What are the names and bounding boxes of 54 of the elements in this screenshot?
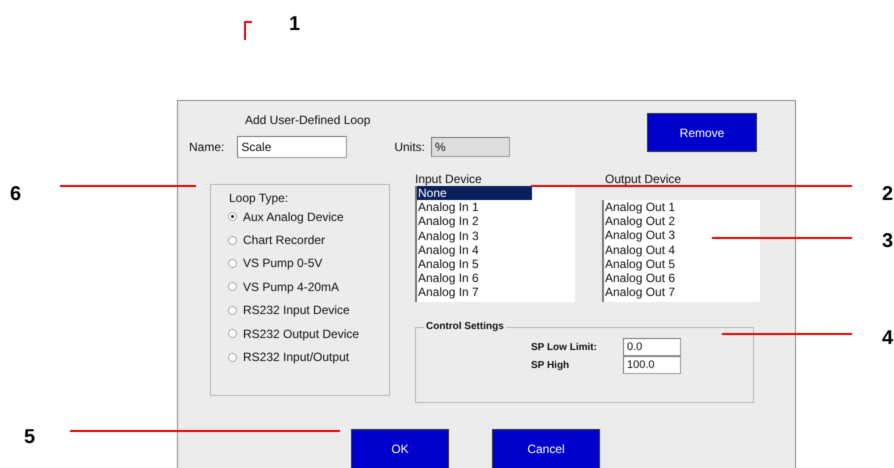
units-field[interactable]: % [431, 137, 510, 157]
radio-button[interactable] [228, 306, 237, 315]
radio-button[interactable] [228, 212, 237, 222]
callout-number: 6 [10, 182, 22, 206]
list-item[interactable]: Analog In 1 [417, 200, 479, 214]
callout-number: 3 [882, 229, 894, 253]
radio-button[interactable] [228, 282, 237, 292]
radio-button[interactable] [228, 352, 237, 362]
list-item[interactable]: Analog Out 3 [604, 228, 676, 243]
callout-number: 4 [882, 326, 894, 350]
setting-field[interactable]: 0.0 [623, 338, 681, 356]
radio-label: Chart Recorder [243, 233, 326, 248]
radio-button[interactable] [228, 258, 237, 268]
list-item[interactable]: Analog Out 6 [604, 271, 676, 286]
name-field[interactable]: Scale [237, 136, 348, 158]
list-item[interactable]: Analog Out 5 [604, 256, 676, 272]
radio-label: VS Pump 0-5V [243, 256, 322, 270]
loop-type-label: Loop Type: [229, 191, 290, 205]
input-device-label: Input Device [415, 172, 483, 186]
radio-button[interactable] [228, 329, 237, 338]
list-item[interactable]: Analog In 2 [417, 214, 479, 229]
radio-label: VS Pump 4-20mA [243, 280, 340, 294]
setting-label: SP Low Limit: [531, 342, 598, 352]
radio-label: Aux Analog Device [243, 210, 344, 224]
input-device-list[interactable]: None Analog In 1 Analog In 2 Analog In 3 Analog In 4 Analog In 5 Analog In 6 Analog In 7 [415, 186, 575, 302]
callout-number: 2 [882, 182, 894, 206]
setting-label: SP High [531, 360, 570, 370]
name-label: Name: [189, 140, 224, 154]
dialog-title: Add User-Defined Loop [245, 113, 372, 127]
radio-button[interactable] [228, 236, 237, 245]
list-item[interactable]: Analog Out 1 [604, 200, 676, 214]
list-item[interactable]: Analog Out 7 [604, 285, 676, 300]
dialog-button[interactable]: OK [351, 429, 449, 468]
list-item[interactable]: Analog Out 4 [604, 242, 676, 257]
setting-field[interactable]: 100.0 [623, 356, 681, 374]
list-item[interactable]: Analog In 6 [417, 271, 479, 286]
radio-label: RS232 Input Device [243, 303, 350, 318]
control-settings-title: Control Settings [424, 321, 506, 332]
list-item[interactable]: Analog In 4 [417, 242, 479, 258]
radio-label: RS232 Output Device [243, 326, 360, 341]
dialog-button[interactable]: Cancel [492, 429, 600, 468]
radio-label: RS232 Input/Output [243, 350, 350, 364]
list-item[interactable]: Analog In 3 [417, 228, 479, 243]
list-item[interactable]: Analog Out 2 [604, 214, 676, 228]
leader-line [244, 21, 252, 40]
output-device-label: Output Device [605, 172, 682, 186]
list-item[interactable]: Analog In 7 [417, 285, 479, 300]
units-label: Units: [394, 140, 426, 154]
callout-number: 5 [24, 425, 36, 449]
list-item[interactable]: None [417, 186, 532, 200]
list-item[interactable]: Analog In 5 [417, 257, 479, 272]
callout-number: 1 [289, 12, 300, 36]
output-device-list[interactable]: Analog Out 1 Analog Out 2 Analog Out 3 Analog Out 4 Analog Out 5 Analog Out 6 Analog Out 7 [602, 200, 760, 302]
remove-button[interactable]: Remove [647, 113, 757, 152]
